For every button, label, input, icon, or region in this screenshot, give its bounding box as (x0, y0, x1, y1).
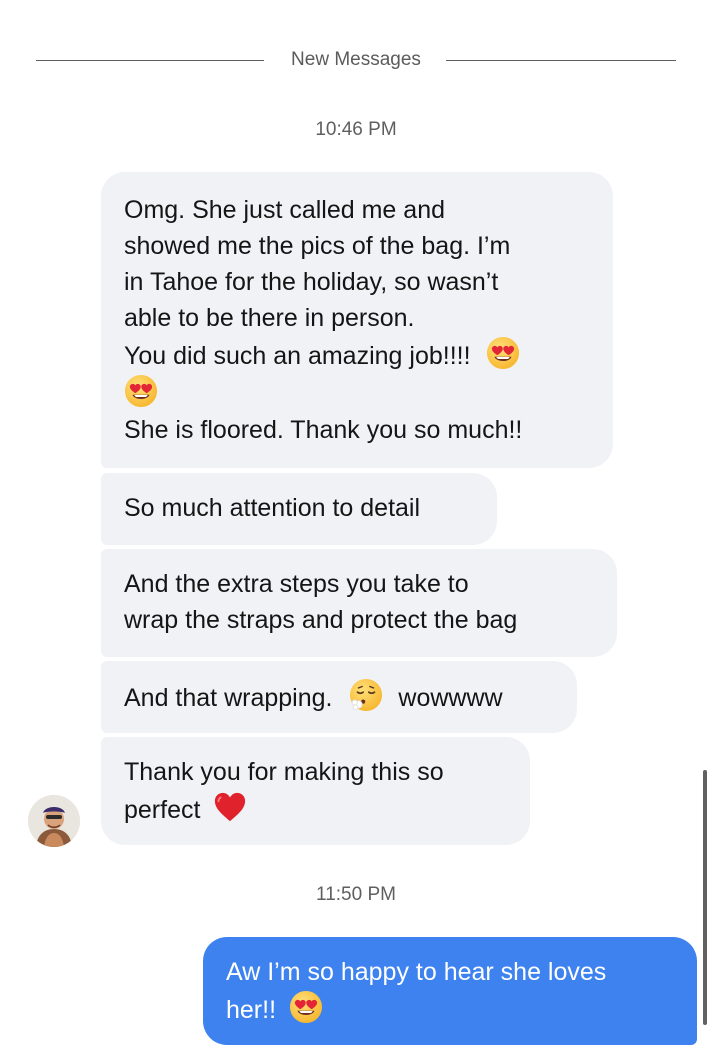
message-text: perfect (124, 796, 201, 824)
timestamp: 10:46 PM (315, 119, 397, 140)
message-text: wowwww (398, 684, 503, 712)
message-bubble[interactable]: And that wrapping. wowwww (101, 661, 577, 733)
message-line: showed me the pics of the bag. I’m (124, 232, 511, 260)
message-bubble[interactable]: So much attention to detail (101, 473, 497, 545)
avatar-image (28, 795, 80, 847)
message-bubble-outgoing[interactable]: Aw I’m so happy to hear she loves her!! (203, 937, 697, 1045)
message-bubble[interactable]: And the extra steps you take to wrap the… (101, 549, 617, 657)
new-messages-divider: New Messages (266, 49, 446, 71)
message-line: So much attention to detail (124, 494, 421, 522)
message-text: her!! (226, 996, 277, 1024)
divider-line-right (446, 60, 676, 61)
heart-eyes-icon (486, 336, 520, 370)
message-line: in Tahoe for the holiday, so wasn’t (124, 268, 499, 296)
message-line: Aw I’m so happy to hear she loves (226, 958, 607, 986)
message-line-with-emoji: her!! (226, 990, 675, 1028)
message-line-with-emoji: And that wrapping. wowwww (124, 678, 555, 716)
red-heart-icon (213, 790, 247, 824)
message-line: She is floored. Thank you so much!! (124, 416, 523, 444)
heart-eyes-icon (124, 374, 158, 408)
message-line: And the extra steps you take to (124, 570, 469, 598)
message-text: And that wrapping. (124, 684, 333, 712)
heart-eyes-icon (289, 990, 323, 1024)
sender-avatar[interactable] (28, 795, 80, 847)
message-line: Thank you for making this so (124, 758, 444, 786)
message-bubble[interactable]: Omg. She just called me and showed me th… (101, 172, 613, 468)
face-exhaling-icon (349, 678, 383, 712)
message-line: able to be there in person. (124, 304, 415, 332)
divider-line-left (36, 60, 264, 61)
timestamp: 11:50 PM (316, 884, 396, 905)
scrollbar[interactable] (703, 770, 707, 1025)
message-line-with-emoji: perfect (124, 790, 508, 828)
message-bubble[interactable]: Thank you for making this so perfect (101, 737, 530, 845)
emoji-line (124, 374, 591, 412)
message-line-with-emoji: You did such an amazing job!!!! (124, 336, 591, 374)
message-line: Omg. She just called me and (124, 196, 445, 224)
message-text: You did such an amazing job!!!! (124, 342, 471, 370)
message-line: wrap the straps and protect the bag (124, 606, 518, 634)
